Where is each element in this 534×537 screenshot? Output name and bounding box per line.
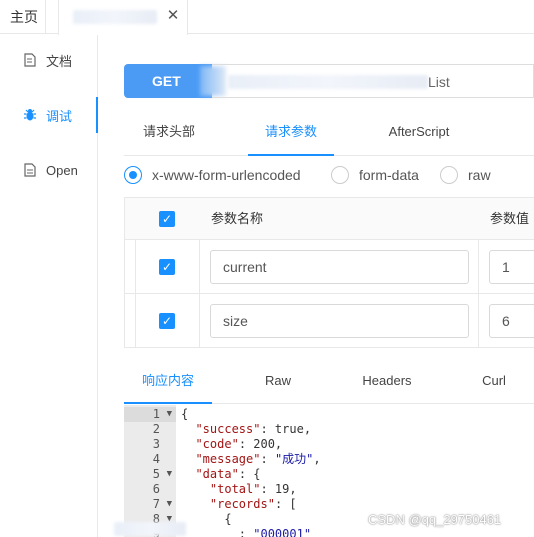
- tab-request-params[interactable]: 请求参数: [248, 116, 334, 156]
- tab-home-label: 主页: [10, 9, 38, 25]
- gutter-line: 6: [152, 482, 160, 496]
- sidebar: 文档 调试 Open: [0, 35, 98, 537]
- close-icon[interactable]: ✕: [163, 6, 183, 26]
- code-line: : "000001": [181, 527, 312, 537]
- request-tabs: 请求头部 请求参数 AfterScript: [124, 116, 534, 156]
- sidebar-item-label: Open: [46, 162, 78, 178]
- code-line: {: [181, 512, 232, 526]
- gutter-line: 1 ▼: [124, 407, 176, 422]
- radio-label: raw: [468, 167, 491, 183]
- bug-icon: [22, 107, 38, 123]
- table-header-row: ✓ 参数名称 参数值: [125, 198, 534, 240]
- body-type-radio-group: x-www-form-urlencoded form-data raw: [124, 166, 534, 190]
- tab-headers[interactable]: Headers: [348, 364, 426, 404]
- table-row: ✓ current 1: [125, 240, 534, 294]
- code-line: "total": 19,: [209, 482, 297, 496]
- url-suffix: List: [428, 74, 450, 90]
- radio-form-data[interactable]: form-data: [331, 166, 419, 184]
- watermark: CSDN @qq_29750461: [368, 512, 502, 527]
- gutter-line: 5 ▼: [152, 467, 172, 481]
- code-line: {: [181, 407, 189, 421]
- sidebar-item-debug[interactable]: 调试: [0, 97, 98, 133]
- tab-raw[interactable]: Raw: [248, 364, 308, 404]
- gutter-line: 3: [152, 437, 160, 451]
- fold-arrow-icon: ▼: [166, 409, 172, 419]
- tab-home[interactable]: 主页: [0, 0, 46, 34]
- tab-current-api[interactable]: ✕: [58, 0, 188, 35]
- sidebar-item-open[interactable]: Open: [0, 152, 98, 188]
- document-icon: [22, 52, 38, 68]
- gutter-line: 7 ▼: [152, 497, 172, 511]
- url-redacted: [228, 75, 428, 89]
- method-button[interactable]: GET: [124, 64, 212, 98]
- param-value-input[interactable]: 1: [489, 250, 534, 284]
- code-key-redacted: [114, 522, 186, 536]
- radio-label: x-www-form-urlencoded: [152, 167, 301, 183]
- fold-arrow-icon: ▼: [166, 499, 172, 509]
- select-all-checkbox[interactable]: ✓: [159, 211, 175, 227]
- file-icon: [22, 162, 38, 178]
- request-url-bar: GET List: [124, 64, 534, 98]
- code-line: "code": 200,: [195, 437, 283, 451]
- sidebar-item-label: 文档: [46, 53, 73, 69]
- tab-request-headers[interactable]: 请求头部: [124, 116, 214, 156]
- params-table: ✓ 参数名称 参数值 ✓ current 1 ✓ size 6: [124, 197, 534, 348]
- code-line: "success": true,: [195, 422, 312, 436]
- column-header-name: 参数名称: [211, 211, 264, 226]
- radio-circle: [331, 166, 349, 184]
- code-line: "records": [: [209, 497, 297, 511]
- tab-after-script[interactable]: AfterScript: [374, 116, 464, 156]
- fold-arrow-icon: ▼: [166, 469, 172, 479]
- radio-circle: [440, 166, 458, 184]
- radio-label: form-data: [359, 167, 419, 183]
- tab-strip: 主页 ✕: [0, 0, 534, 35]
- response-tabs: 响应内容 Raw Headers Curl: [124, 364, 534, 404]
- sidebar-item-label: 调试: [46, 108, 73, 124]
- tab-title-redacted: [73, 10, 157, 24]
- code-line: "data": {: [195, 467, 261, 481]
- sidebar-item-docs[interactable]: 文档: [0, 42, 98, 78]
- row-checkbox[interactable]: ✓: [159, 259, 175, 275]
- url-input[interactable]: List: [212, 64, 534, 98]
- param-name-input[interactable]: current: [210, 250, 469, 284]
- table-row: ✓ size 6: [125, 294, 534, 348]
- gutter-line: 2: [152, 422, 160, 436]
- code-line: "message": "成功",: [195, 452, 321, 466]
- radio-raw[interactable]: raw: [440, 166, 491, 184]
- gutter-line: 4: [152, 452, 160, 466]
- param-value-input[interactable]: 6: [489, 304, 534, 338]
- radio-urlencoded[interactable]: x-www-form-urlencoded: [124, 166, 301, 184]
- param-name-input[interactable]: size: [210, 304, 469, 338]
- tab-response-content[interactable]: 响应内容: [124, 364, 212, 404]
- tab-curl[interactable]: Curl: [464, 364, 524, 404]
- column-header-value: 参数值: [490, 211, 530, 226]
- radio-circle: [124, 166, 142, 184]
- row-checkbox[interactable]: ✓: [159, 313, 175, 329]
- line-gutter: 1▼ 2 3 4 5▼ 6 7▼ 8▼ 9: [124, 405, 176, 537]
